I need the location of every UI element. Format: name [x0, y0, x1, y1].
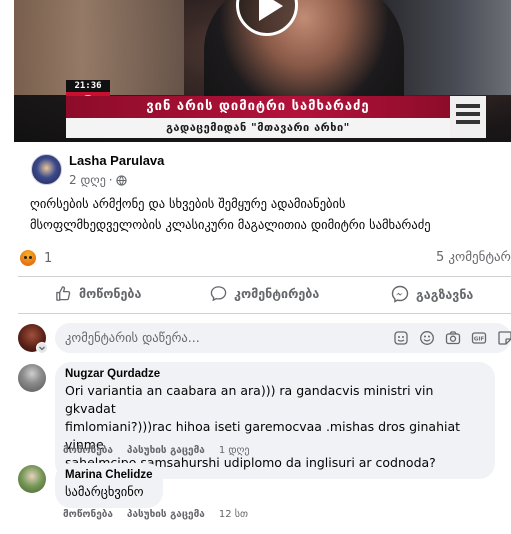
post-meta: 2 დღე · — [69, 173, 127, 187]
messenger-icon — [391, 285, 409, 303]
chevron-down-icon[interactable] — [36, 342, 48, 354]
commenter-avatar[interactable] — [18, 364, 46, 392]
headline-banner: ვინ არის დიმიტრი სამხარაძე — [66, 96, 450, 118]
subheadline-banner: გადაცემიდან "მთავარი არხი" — [66, 118, 450, 138]
divider — [18, 313, 511, 314]
gif-icon[interactable]: GIF — [471, 330, 487, 346]
comment-composer[interactable]: კომენტარის დაწერა... GIF — [55, 323, 511, 353]
sticker-icon[interactable] — [497, 330, 511, 346]
post-text: ღირსების არმქონე და სხვების შემყურე ადამ… — [30, 193, 500, 235]
post-time[interactable]: 2 დღე — [69, 173, 106, 187]
comment-text-line: Ori variantia an caabara an ara))) ra ga… — [65, 383, 434, 416]
comment-text-line: სამარცხვინო — [65, 484, 144, 499]
share-button[interactable]: გაგზავნა — [391, 285, 473, 303]
author-avatar[interactable] — [31, 154, 62, 185]
headline-text: ვინ არის დიმიტრი სამხარაძე — [146, 99, 370, 114]
author-name[interactable]: Lasha Parulava — [69, 153, 164, 168]
comment-label: კომენტირება — [234, 286, 320, 301]
comment-reply-button[interactable]: პასუხის გაცემა — [127, 445, 205, 456]
commenter-avatar[interactable] — [18, 465, 46, 493]
reaction-summary[interactable]: 1 — [20, 250, 52, 266]
comment-time[interactable]: 1 დღე — [219, 445, 250, 456]
commenter-name[interactable]: Nugzar Qurdadze — [65, 368, 485, 380]
avatar-sticker-icon[interactable] — [393, 330, 409, 346]
comment-bubble: Marina Chelidze სამარცხვინო — [55, 463, 163, 508]
comment-count[interactable]: 5 კომენტარი — [436, 250, 511, 265]
comment-like-button[interactable]: მოწონება — [63, 445, 113, 456]
emoji-icon[interactable] — [419, 330, 435, 346]
divider — [18, 276, 511, 277]
video-player[interactable]: 21:36 9 ვინ არის დიმიტრი სამხარაძე გადაც… — [14, 0, 511, 142]
comment-reply-button[interactable]: პასუხის გაცემა — [127, 509, 205, 520]
comment-button[interactable]: კომენტირება — [210, 285, 319, 302]
play-icon — [259, 0, 283, 21]
like-button[interactable]: მოწონება — [55, 285, 141, 302]
svg-text:GIF: GIF — [474, 337, 485, 343]
comment-bubble: Nugzar Qurdadze Ori variantia an caabara… — [55, 362, 495, 479]
comment-time[interactable]: 12 სთ — [219, 509, 248, 520]
post-text-line: მსოფლმხედველობის კლასიკური მაგალითია დიმ… — [30, 217, 431, 232]
subheadline-text: გადაცემიდან "მთავარი არხი" — [166, 121, 350, 134]
side-logo — [450, 96, 486, 138]
post-text-line: ღირსების არმქონე და სხვების შემყურე ადამ… — [30, 196, 346, 211]
camera-icon[interactable] — [445, 330, 461, 346]
globe-icon — [115, 174, 127, 186]
composer-tools: GIF — [393, 330, 511, 346]
comment-actions: მოწონება პასუხის გაცემა 12 სთ — [63, 509, 248, 520]
thumbs-up-icon — [56, 286, 71, 301]
comment-like-button[interactable]: მოწონება — [63, 509, 113, 520]
angry-reaction-icon — [20, 250, 36, 266]
reaction-count: 1 — [44, 250, 53, 266]
commenter-name[interactable]: Marina Chelidze — [65, 469, 153, 481]
meta-separator: · — [108, 173, 113, 187]
comment-bubble-icon — [210, 286, 227, 302]
comment-actions: მოწონება პასუხის გაცემა 1 დღე — [63, 445, 250, 456]
comment-input[interactable]: კომენტარის დაწერა... — [65, 330, 200, 345]
share-label: გაგზავნა — [416, 286, 474, 302]
like-label: მოწონება — [79, 286, 142, 301]
